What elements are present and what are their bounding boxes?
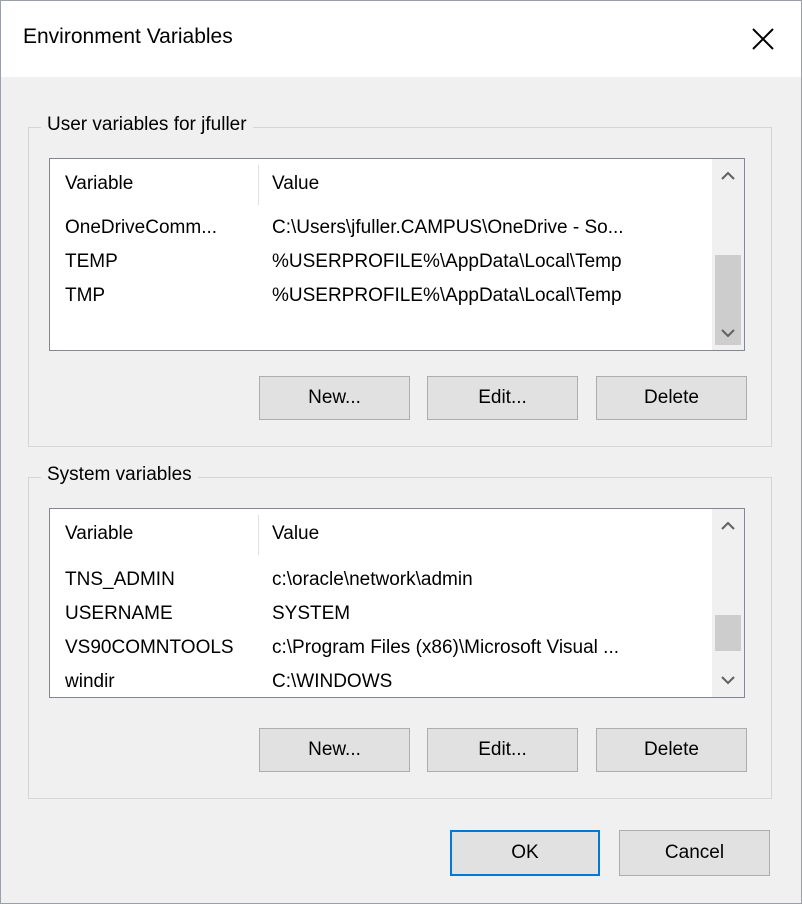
system-variables-label: System variables (41, 464, 198, 486)
variable-value: %USERPROFILE%\AppData\Local\Temp (272, 251, 622, 272)
user-variables-list[interactable]: Variable Value OneDriveComm... C:\Users\… (49, 158, 745, 351)
list-header: Variable Value (50, 509, 710, 559)
system-variables-group: System variables Variable Value TNS_ADMI… (28, 464, 772, 799)
variable-name: windir (65, 671, 115, 692)
table-row[interactable]: VS90COMNTOOLS c:\Program Files (x86)\Mic… (50, 631, 710, 665)
chevron-down-icon (721, 676, 735, 685)
variable-name: USERNAME (65, 603, 173, 624)
variable-name: TEMP (65, 251, 118, 272)
scroll-down-button[interactable] (712, 663, 744, 697)
variable-value: C:\WINDOWS (272, 671, 393, 692)
table-row[interactable]: TEMP %USERPROFILE%\AppData\Local\Temp (50, 245, 710, 279)
system-new-button[interactable]: New... (259, 728, 410, 772)
vertical-scrollbar[interactable] (712, 509, 744, 697)
variable-name: OneDriveComm... (65, 217, 218, 238)
system-edit-button[interactable]: Edit... (427, 728, 578, 772)
user-new-button[interactable]: New... (259, 376, 410, 420)
variable-value: c:\Program Files (x86)\Microsoft Visual … (272, 637, 620, 658)
column-header-value[interactable]: Value (272, 173, 319, 195)
variable-name: TMP (65, 285, 106, 306)
system-variables-list[interactable]: Variable Value TNS_ADMIN c:\oracle\netwo… (49, 508, 745, 698)
variable-value: c:\oracle\network\admin (272, 569, 473, 590)
environment-variables-dialog: Environment Variables User variables for… (0, 0, 802, 904)
chevron-down-icon (721, 329, 735, 338)
table-row[interactable]: USERNAME SYSTEM (50, 597, 710, 631)
scroll-up-button[interactable] (712, 159, 744, 193)
user-variables-group: User variables for jfuller Variable Valu… (28, 114, 772, 447)
scroll-up-button[interactable] (712, 509, 744, 543)
column-header-variable[interactable]: Variable (65, 523, 133, 545)
variable-name: TNS_ADMIN (65, 569, 175, 590)
column-divider[interactable] (258, 515, 259, 555)
column-header-value[interactable]: Value (272, 523, 319, 545)
table-row[interactable]: TNS_ADMIN c:\oracle\network\admin (50, 563, 710, 597)
scroll-down-button[interactable] (712, 316, 744, 350)
scroll-thumb[interactable] (715, 615, 741, 651)
user-edit-button[interactable]: Edit... (427, 376, 578, 420)
chevron-up-icon (721, 521, 735, 530)
close-button[interactable] (725, 1, 801, 77)
table-row[interactable]: TMP %USERPROFILE%\AppData\Local\Temp (50, 279, 710, 313)
vertical-scrollbar[interactable] (712, 159, 744, 350)
variable-value: SYSTEM (272, 603, 351, 624)
table-row[interactable]: windir C:\WINDOWS (50, 665, 710, 699)
variable-name: VS90COMNTOOLS (65, 637, 234, 658)
column-divider[interactable] (258, 165, 259, 205)
user-delete-button[interactable]: Delete (596, 376, 747, 420)
close-icon (752, 28, 774, 50)
variable-value: %USERPROFILE%\AppData\Local\Temp (272, 285, 622, 306)
column-header-variable[interactable]: Variable (65, 173, 133, 195)
ok-button[interactable]: OK (450, 830, 600, 876)
system-delete-button[interactable]: Delete (596, 728, 747, 772)
cancel-button[interactable]: Cancel (619, 830, 770, 876)
list-header: Variable Value (50, 159, 710, 209)
table-row[interactable]: OneDriveComm... C:\Users\jfuller.CAMPUS\… (50, 211, 710, 245)
variable-value: C:\Users\jfuller.CAMPUS\OneDrive - So... (272, 217, 624, 238)
window-title: Environment Variables (23, 25, 233, 48)
user-variables-label: User variables for jfuller (41, 114, 253, 136)
title-bar: Environment Variables (1, 1, 801, 77)
chevron-up-icon (721, 171, 735, 180)
